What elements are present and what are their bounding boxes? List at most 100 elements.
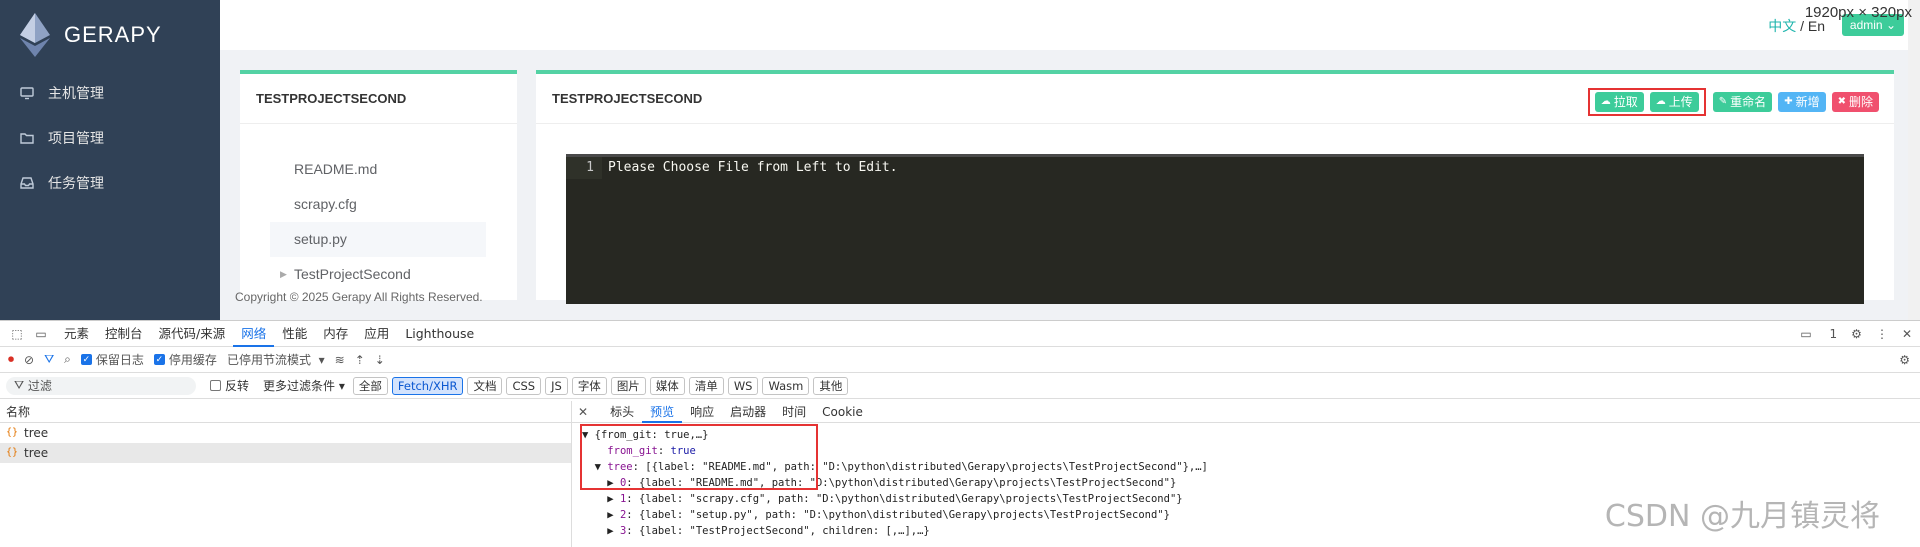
record-icon[interactable]: ⏺ [8,352,14,367]
preserve-log-label: 保留日志 [95,353,144,367]
tree-item-setup-py[interactable]: setup.py [270,222,486,257]
chip-font[interactable]: 字体 [571,376,607,395]
tab-memory[interactable]: 内存 [315,321,356,347]
sidebar-item-label: 任务管理 [48,174,104,191]
invert-label: 反转 [225,379,250,393]
pull-label: 拉取 [1613,95,1638,109]
chip-ws[interactable]: WS [727,376,759,395]
request-row[interactable]: {} tree [0,423,571,443]
detail-tabs: ✕ 标头 预览 响应 启动器 时间 Cookie [572,401,1920,423]
network-toolbar: ⏺ ⊘ ⛛ ⌕ ✓ 保留日志 ✓ 停用缓存 已停用节流模式 ▾ ≋ ⇡ ⇣ ⚙ [0,347,1920,373]
tab-network[interactable]: 网络 [233,321,275,347]
chip-manifest[interactable]: 清单 [688,376,724,395]
tree-item-scrapy-cfg[interactable]: scrapy.cfg [270,187,486,222]
chip-doc[interactable]: 文档 [467,376,503,395]
tab-preview[interactable]: 预览 [642,401,683,423]
rename-button[interactable]: ✎ 重命名 [1712,92,1773,112]
add-button[interactable]: ✚ 新增 [1778,92,1826,112]
inspect-icon[interactable]: ⬚ [8,325,26,343]
file-tree: README.md scrapy.cfg setup.py ▶ TestProje… [240,124,517,292]
watermark: CSDN @九月镇灵将 [1604,499,1880,534]
highlight-box [580,424,818,490]
chip-media[interactable]: 媒体 [649,376,685,395]
tree-item-folder[interactable]: ▶ TestProjectSecond [270,257,486,292]
caret-down-icon: ▾ [338,379,345,393]
network-filter-bar: ⛛ 过滤 反转 更多过滤条件 ▾ 全部 Fetch/XHR 文档 CSS JS … [0,373,1920,399]
json-value: {label: "scrapy.cfg", path: "D:\python\d… [638,493,1183,505]
tab-sources[interactable]: 源代码/来源 [151,321,234,347]
clear-icon[interactable]: ⊘ [24,353,34,367]
delete-button[interactable]: ✖ 删除 [1831,92,1879,112]
delete-label: 删除 [1848,95,1873,109]
wifi-icon[interactable]: ≋ [335,353,345,367]
tree-item-readme[interactable]: README.md [270,152,486,187]
edit-icon: ✎ [1718,96,1728,107]
search-icon[interactable]: ⌕ [64,352,71,367]
tab-timing[interactable]: 时间 [774,401,814,423]
sidebar-item-tasks[interactable]: 任务管理 [0,160,220,205]
disable-cache-checkbox[interactable]: ✓ 停用缓存 [153,351,217,368]
page-scrollbar[interactable] [1908,0,1920,320]
app-window: GERAPY 主机管理 项目管理 任务管理 中文 / En admin ⌄ TE… [0,0,1920,320]
upload-button[interactable]: ☁ 上传 [1649,92,1699,112]
check-icon: ✓ [153,354,165,365]
request-row[interactable]: {} tree [0,443,571,463]
tab-initiator[interactable]: 启动器 [722,401,774,423]
upload-icon[interactable]: ⇡ [355,353,365,367]
chip-css[interactable]: CSS [506,376,542,395]
chip-other[interactable]: 其他 [813,376,849,395]
sidebar-item-projects[interactable]: 项目管理 [0,115,220,160]
tab-cookie[interactable]: Cookie [814,401,871,423]
gear-icon[interactable]: ⚙ [1851,327,1862,341]
issues-badge[interactable]: ▭ 1 [1786,327,1837,341]
lang-zh[interactable]: 中文 [1768,18,1796,34]
tab-lighthouse[interactable]: Lighthouse [397,321,482,347]
tab-console[interactable]: 控制台 [97,321,151,347]
close-icon[interactable]: ✕ [1902,327,1912,341]
chip-all[interactable]: 全部 [352,376,388,395]
editor-panel: TESTPROJECTSECOND ☁ 拉取 ☁ 上传 ✎ 重命名 ✚ 新增 ✖ 删除 1… [536,70,1894,304]
tab-performance[interactable]: 性能 [274,321,315,347]
line-number: 1 [566,157,602,179]
throttle-select[interactable]: 已停用节流模式 ▾ [227,351,325,368]
pull-button[interactable]: ☁ 拉取 [1594,92,1644,112]
chip-wasm[interactable]: Wasm [762,376,810,395]
json-index: 2 [619,509,627,521]
caret-right-icon: ▶ [607,509,614,521]
gear-icon[interactable]: ⚙ [1899,353,1910,367]
invert-checkbox[interactable]: 反转 [210,377,249,394]
viewport-size-label: 1920px × 320px [1804,4,1912,21]
chip-js[interactable]: JS [545,376,568,395]
device-toggle-icon[interactable]: ▭ [32,325,50,343]
highlighted-button-group: ☁ 拉取 ☁ 上传 [1587,88,1706,116]
lang-separator: / [1800,18,1804,34]
more-vert-icon[interactable]: ⋮ [1876,327,1888,341]
filter-placeholder: 过滤 [27,379,52,393]
devtools-panel: ⬚ ▭ 元素 控制台 源代码/来源 网络 性能 内存 应用 Lighthouse… [0,320,1920,547]
caret-right-icon: ▶ [607,493,614,505]
tab-response[interactable]: 响应 [682,401,722,423]
more-filters-dropdown[interactable]: 更多过滤条件 ▾ [263,377,345,394]
chip-fetch-xhr[interactable]: Fetch/XHR [391,376,464,395]
checkbox-box [210,380,221,391]
sidebar-item-hosts[interactable]: 主机管理 [0,70,220,115]
tab-headers[interactable]: 标头 [602,401,642,423]
close-icon[interactable]: ✕ [578,405,588,419]
code-editor[interactable]: 1 Please Choose File from Left to Edit. [566,154,1864,304]
tab-application[interactable]: 应用 [356,321,397,347]
filter-input[interactable]: ⛛ 过滤 [6,376,196,395]
caret-right-icon: ▶ [607,525,614,537]
request-list: 名称 {} tree {} tree [0,401,572,547]
filter-icon[interactable]: ⛛ [44,352,54,367]
json-index: 1 [619,493,627,505]
download-icon[interactable]: ⇣ [375,353,385,367]
request-list-header[interactable]: 名称 [0,401,571,423]
json-value: {label: "setup.py", path: "D:\python\dis… [638,509,1170,521]
footer-copyright: Copyright © 2025 Gerapy All Rights Reser… [235,290,483,304]
preserve-log-checkbox[interactable]: ✓ 保留日志 [80,351,144,368]
tab-elements[interactable]: 元素 [56,321,97,347]
monitor-icon [20,86,34,99]
json-value: {label: "TestProjectSecond", children: [… [638,525,930,537]
plus-icon: ✚ [1784,96,1793,107]
chip-img[interactable]: 图片 [610,376,646,395]
